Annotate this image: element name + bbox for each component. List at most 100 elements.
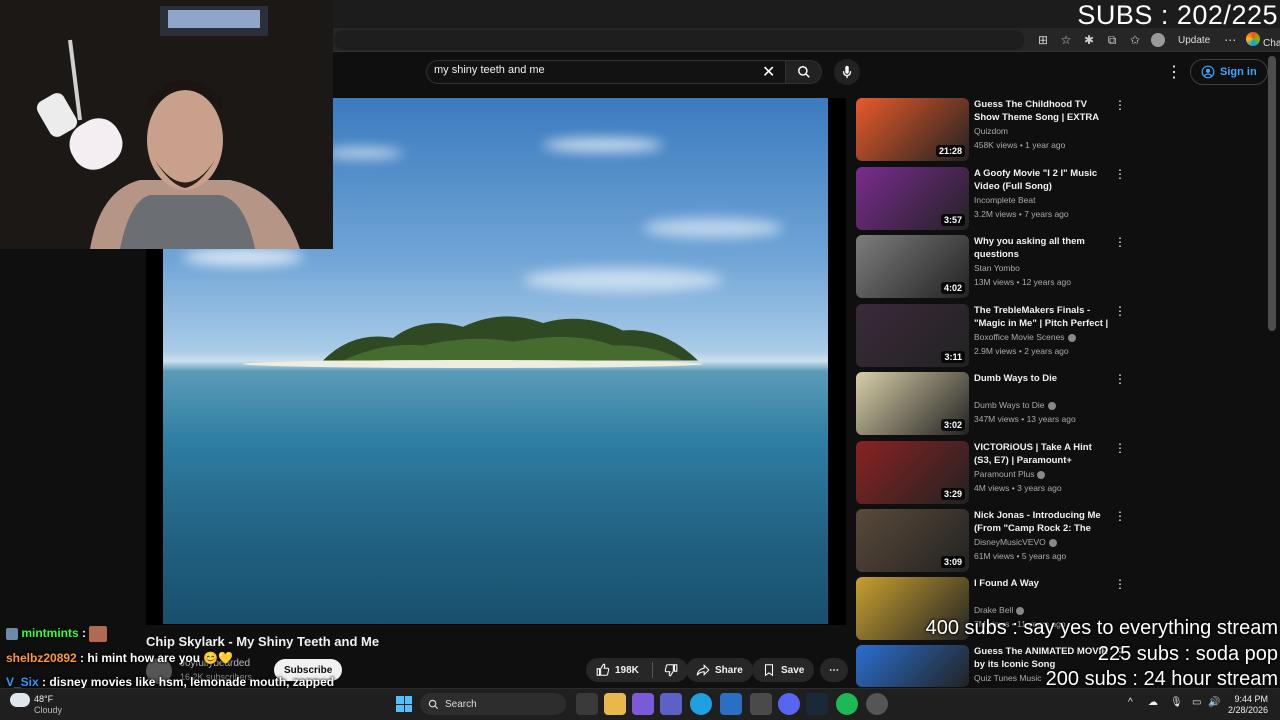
video-duration: 3:57: [940, 214, 965, 226]
taskbar-search-label: Search: [445, 698, 477, 710]
profile-avatar[interactable]: [1151, 33, 1165, 47]
spotify-icon[interactable]: [836, 693, 858, 715]
network-icon[interactable]: ▭: [1192, 697, 1201, 708]
video-title[interactable]: A Goofy Movie "I 2 I" Music Video (Full …: [974, 167, 1110, 193]
channel-name[interactable]: Stan Yombo: [974, 263, 1020, 273]
obs-icon[interactable]: [866, 693, 888, 715]
edge-browser-icon[interactable]: [690, 693, 712, 715]
video-title[interactable]: Guess The Childhood TV Show Theme Song |…: [974, 98, 1110, 124]
clear-search-icon[interactable]: ✕: [762, 62, 775, 82]
more-horizontal-icon: ⋯: [829, 664, 839, 676]
more-options-icon[interactable]: ⋮: [1114, 235, 1126, 249]
clock-date[interactable]: 2/28/2026: [1228, 705, 1268, 715]
teams-icon[interactable]: [660, 693, 682, 715]
app-icon[interactable]: [750, 693, 772, 715]
extensions-icon[interactable]: ✱: [1082, 33, 1096, 47]
discord-icon[interactable]: [778, 693, 800, 715]
mic-tray-icon[interactable]: 🎙: [1170, 697, 1183, 708]
channel-name[interactable]: Quizdom: [974, 126, 1008, 136]
video-thumbnail[interactable]: 3:29: [856, 441, 969, 504]
video-title: Chip Skylark - My Shiny Teeth and Me: [146, 634, 380, 649]
chat-username: V_Six: [6, 675, 39, 689]
split-screen-icon[interactable]: ⧉: [1105, 33, 1119, 48]
video-thumbnail[interactable]: [856, 645, 969, 687]
recommended-video[interactable]: 3:29 VICTORiOUS | Take A Hint (S3, E7) | …: [856, 441, 1126, 507]
apps-icon[interactable]: ⊞: [1036, 33, 1050, 47]
volume-icon[interactable]: 🔊: [1208, 697, 1220, 708]
save-button[interactable]: Save: [752, 658, 815, 682]
webcam-overlay: [0, 0, 333, 249]
file-explorer-icon[interactable]: [604, 693, 626, 715]
chat-emote-icon: [89, 626, 108, 642]
clock-time[interactable]: 9:44 PM: [1232, 694, 1268, 704]
channel-name-text: Quizdom: [974, 126, 1009, 136]
verified-badge-icon: [1048, 538, 1057, 547]
recommended-video[interactable]: 3:09 Nick Jonas - Introducing Me (From "C…: [856, 509, 1126, 575]
more-options-icon[interactable]: ⋮: [1114, 441, 1126, 455]
channel-name[interactable]: Dumb Ways to Die: [974, 400, 1056, 410]
more-options-icon[interactable]: ⋮: [1114, 304, 1126, 318]
onedrive-icon[interactable]: ☁: [1148, 697, 1158, 708]
weather-cloud-icon[interactable]: [10, 693, 30, 707]
channel-name[interactable]: Boxoffice Movie Scenes: [974, 332, 1076, 342]
video-title[interactable]: Dumb Ways to Die: [974, 372, 1110, 385]
more-options-icon[interactable]: ⋮: [1114, 509, 1126, 523]
streamer-webcam-image: [0, 0, 333, 249]
more-options-icon[interactable]: ⋯: [1223, 33, 1237, 47]
video-title[interactable]: I Found A Way: [974, 577, 1110, 590]
microphone-icon: [842, 65, 852, 79]
thumbs-down-icon[interactable]: [664, 663, 678, 677]
channel-name[interactable]: Quiz Tunes Music: [974, 673, 1042, 683]
recommended-video[interactable]: 4:02 Why you asking all them questions Sta…: [856, 235, 1126, 301]
sign-in-button[interactable]: Sign in: [1190, 59, 1268, 85]
store-icon[interactable]: [720, 693, 742, 715]
video-thumbnail[interactable]: 3:11: [856, 304, 969, 367]
more-actions-button[interactable]: ⋯: [820, 658, 848, 682]
more-options-icon[interactable]: ⋮: [1114, 372, 1126, 386]
copilot-chat-button[interactable]: Chat: [1246, 31, 1280, 49]
update-button[interactable]: Update: [1174, 35, 1214, 46]
start-button[interactable]: [396, 696, 412, 712]
search-button[interactable]: [786, 60, 822, 84]
address-bar[interactable]: [334, 30, 1024, 50]
video-title[interactable]: The TrebleMakers Finals - "Magic in Me" …: [974, 304, 1110, 330]
sub-goal-400: 400 subs : say yes to everything stream: [925, 617, 1278, 639]
channel-name[interactable]: Incomplete Beat: [974, 195, 1035, 205]
video-thumbnail[interactable]: 21:28: [856, 98, 969, 161]
video-meta: 13M views • 12 years ago: [974, 277, 1071, 287]
video-thumbnail[interactable]: 3:02: [856, 372, 969, 435]
weather-temp[interactable]: 48°F: [34, 694, 53, 704]
steam-icon[interactable]: [806, 693, 828, 715]
settings-menu-icon[interactable]: ⋮: [1166, 62, 1182, 82]
channel-name-text: Incomplete Beat: [974, 195, 1036, 205]
copilot-app-icon[interactable]: [632, 693, 654, 715]
video-title[interactable]: Why you asking all them questions: [974, 235, 1110, 261]
page-scrollbar[interactable]: [1268, 56, 1276, 331]
more-options-icon[interactable]: ⋮: [1114, 98, 1126, 112]
video-thumbnail[interactable]: 3:09: [856, 509, 969, 572]
share-button[interactable]: Share: [686, 658, 753, 682]
recommended-video[interactable]: 3:02 Dumb Ways to Die Dumb Ways to Die 347M…: [856, 372, 1126, 438]
recommended-video[interactable]: 21:28 Guess The Childhood TV Show Theme S…: [856, 98, 1126, 164]
recommended-video[interactable]: 3:57 A Goofy Movie "I 2 I" Music Video (F…: [856, 167, 1126, 233]
channel-name[interactable]: DisneyMusicVEVO: [974, 537, 1057, 547]
copilot-icon: [1246, 31, 1261, 46]
video-title[interactable]: Nick Jonas - Introducing Me (From "Camp …: [974, 509, 1110, 535]
channel-name[interactable]: Drake Bell: [974, 605, 1025, 615]
like-button[interactable]: 198K: [586, 658, 688, 682]
favorite-star-icon[interactable]: ☆: [1059, 33, 1073, 47]
task-view-icon[interactable]: [576, 693, 598, 715]
favorites-icon[interactable]: ✩: [1128, 33, 1142, 47]
channel-name[interactable]: Paramount Plus: [974, 469, 1046, 479]
weather-desc[interactable]: Cloudy: [34, 705, 62, 715]
video-thumbnail[interactable]: 4:02: [856, 235, 969, 298]
tray-overflow-icon[interactable]: ^: [1128, 697, 1133, 708]
more-options-icon[interactable]: ⋮: [1114, 167, 1126, 181]
video-thumbnail[interactable]: 3:57: [856, 167, 969, 230]
more-options-icon[interactable]: ⋮: [1114, 577, 1126, 591]
video-title[interactable]: VICTORiOUS | Take A Hint (S3, E7) | Para…: [974, 441, 1110, 467]
chat-username: shelbz20892: [6, 651, 77, 665]
taskbar-search[interactable]: Search: [420, 693, 566, 715]
voice-search-button[interactable]: [834, 59, 860, 85]
recommended-video[interactable]: 3:11 The TrebleMakers Finals - "Magic in …: [856, 304, 1126, 370]
